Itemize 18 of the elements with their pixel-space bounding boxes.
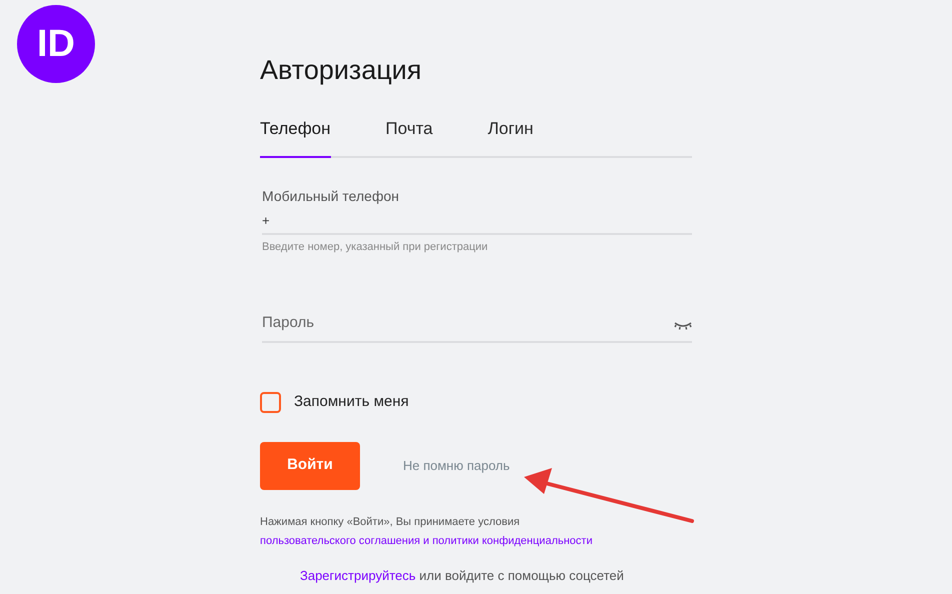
- page-title: Авторизация: [260, 54, 422, 87]
- checkbox-label: Запомнить меня: [294, 392, 409, 412]
- closed-eye-icon[interactable]: [674, 321, 692, 330]
- field-label: Мобильный телефон: [262, 186, 399, 206]
- tab[interactable]: Логин: [488, 116, 534, 158]
- login-button[interactable]: Войти: [260, 442, 360, 490]
- register-link[interactable]: Зарегистрируйтесь: [300, 568, 416, 582]
- logo[interactable]: ID: [17, 5, 95, 83]
- tab[interactable]: Телефон: [260, 116, 331, 158]
- forgot-password-link[interactable]: Не помню пароль: [403, 456, 510, 476]
- remember-checkbox[interactable]: [260, 392, 281, 413]
- field-hint: Введите номер, указанный при регистрации: [262, 240, 488, 254]
- password-field[interactable]: Пароль: [262, 307, 692, 343]
- tab[interactable]: Почта: [386, 116, 433, 158]
- register-text: Зарегистрируйтесь или войдите с помощью соцсетей: [300, 566, 624, 585]
- terms-text: Нажимая кнопку «Войти», Вы принимаете условия: [260, 514, 520, 530]
- terms-link[interactable]: пользовательского соглашения и политики конфиденциальности: [260, 532, 592, 550]
- phone-field[interactable]: +: [262, 212, 692, 234]
